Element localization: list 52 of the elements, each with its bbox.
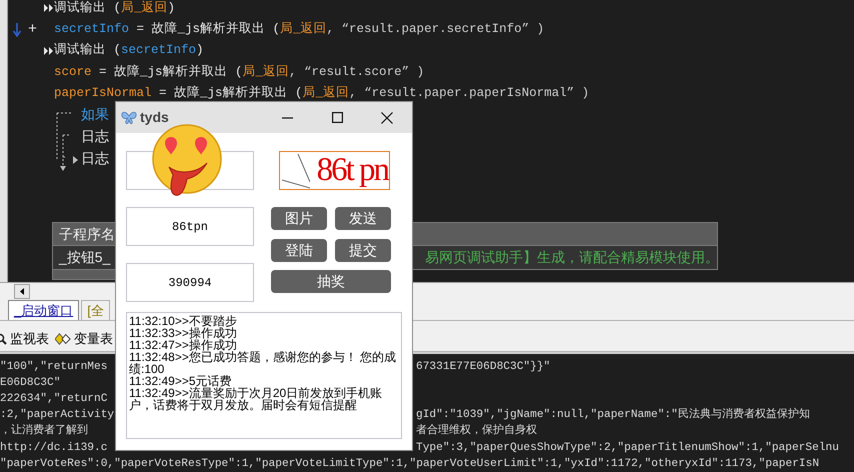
action-button[interactable]: 提交 [335, 239, 391, 262]
console-text: 者合理维权，保护自身权 [416, 423, 537, 440]
table-cell-text: 易网页调试助手】生成，请配合精易模块使用。 [425, 248, 719, 267]
console-text: 222634","returnC [0, 392, 108, 408]
tree-line: 日志 [81, 150, 109, 170]
scroll-left-button[interactable] [14, 284, 30, 298]
tree-line: 如果 [81, 106, 109, 126]
code-line: 调试输出 (局_返回) [54, 2, 176, 15]
console-text: Type":3,"paperQuesShowType":2,"paperTitlenumShow":1,"paperSelnu [416, 440, 839, 456]
console-text: "100","returnMes [0, 360, 108, 375]
tree-line: 日志 [81, 128, 109, 148]
panel-tab[interactable]: 监视表 [0, 328, 49, 348]
log-line: 11:32:47>>操作成功 [129, 339, 238, 351]
noise-lines-drawing [280, 152, 310, 189]
log-line: 11:32:10>>不要踏步 [129, 315, 238, 327]
code-line: secretInfo = 故障_js解析并取出 (局_返回, “result.paper.secretInfo” ) [54, 23, 544, 36]
code-line: score = 故障_js解析并取出 (局_返回, “result.score” ) [54, 66, 424, 79]
add-marker[interactable]: + [28, 22, 38, 38]
maximize-icon [332, 112, 342, 123]
tab[interactable]: _启动窗口 [8, 300, 80, 320]
console-text: 67331E77E06D8C3C"}}" [416, 360, 550, 375]
log-line: 11:32:49>>5元话费 [129, 375, 232, 387]
double-triangle-icon[interactable] [44, 46, 53, 55]
panel-tab[interactable]: 变量表 [55, 328, 113, 348]
butterfly-icon [121, 110, 137, 124]
left-triangle-icon [20, 288, 24, 294]
action-button[interactable]: 图片 [271, 207, 327, 230]
expand-triangle-icon[interactable] [73, 156, 78, 164]
console-text: E06D8C3C" [0, 376, 60, 391]
double-triangle-icon[interactable] [44, 4, 53, 12]
console-text: gId":"1039","jgName":null,"paperName":"民法典与消费者权益保护知 [416, 407, 810, 424]
console-text: :2,"paperActivity [0, 408, 114, 424]
draw-button[interactable]: 抽奖 [271, 270, 391, 293]
captcha-text: 86t pn [316, 152, 388, 189]
console-text: http://dc.i139.c [0, 440, 108, 456]
minimize-icon [282, 116, 292, 118]
window-title: tyds [140, 108, 169, 127]
table-cell-text: _按钮5_ [59, 248, 110, 267]
action-button[interactable]: 登陆 [271, 239, 327, 262]
console-text: ，让消费者了解到 [0, 423, 88, 440]
code-line: paperIsNormal = 故障_js解析并取出 (局_返回, “result.paper.paperIsNormal” ) [54, 87, 590, 100]
action-button[interactable]: 发送 [335, 207, 391, 230]
diamonds-icon [55, 332, 71, 344]
tab[interactable]: [全 [81, 300, 110, 320]
console-text: "paperVoteRes":0,"paperVoteResType":1,"paperVoteLimitType":1,"paperVoteUserLimit":1,"yxId":1172,"otheryxId":1173,"paperIsN [0, 456, 820, 472]
close-icon [381, 112, 393, 124]
log-line: 11:32:33>>操作成功 [129, 327, 238, 339]
log-line: 11:32:49>>流量奖励于次月20日前发放到手机账户，话费将于双月发放。届时会有短信提醒 [129, 387, 384, 411]
input-field[interactable]: 390994 [126, 263, 254, 302]
log-line: 11:32:48>>您已成功答题，感谢您的参与！ 您的成绩:100 [129, 351, 398, 375]
code-line: 调试输出 (secretInfo) [54, 44, 204, 58]
input-field[interactable]: 86tpn [126, 207, 254, 246]
